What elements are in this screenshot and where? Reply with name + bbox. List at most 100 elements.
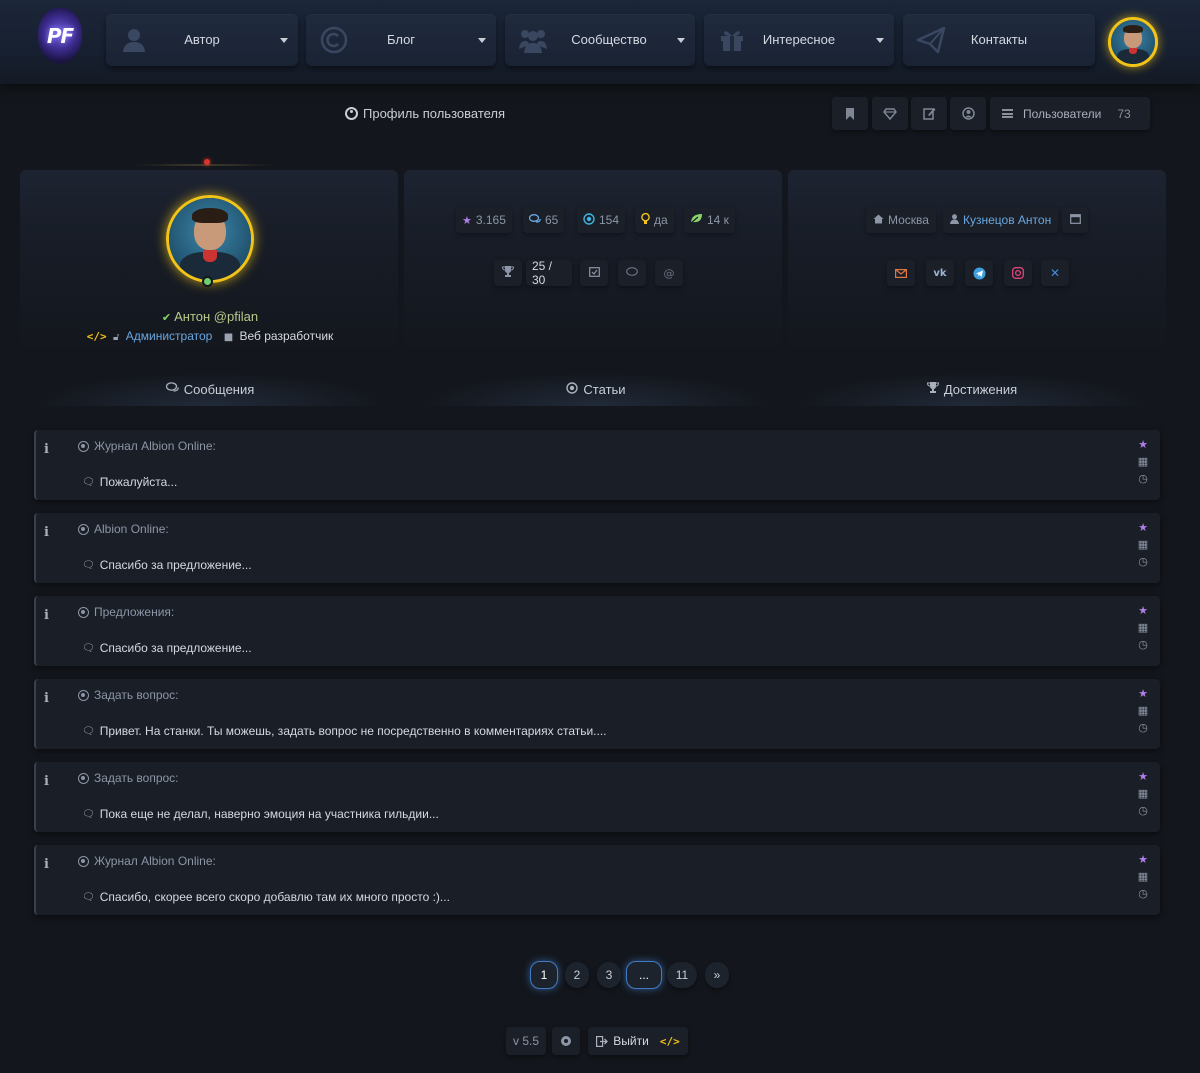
star-icon[interactable]: ★	[1138, 770, 1148, 783]
info-icon[interactable]: i	[44, 774, 49, 789]
star-icon[interactable]: ★	[1138, 521, 1148, 534]
message-text-value: Спасибо за предложение...	[99, 641, 252, 655]
nav-item-community[interactable]: Сообщество	[505, 14, 695, 66]
calendar-icon[interactable]: ▦	[1138, 621, 1148, 634]
message-text[interactable]: 🗨︎ Спасибо за предложение...	[82, 558, 252, 572]
articles-chip: 154	[577, 207, 626, 233]
instagram-link[interactable]	[1004, 260, 1032, 286]
calendar-icon[interactable]: ▦	[1138, 704, 1148, 717]
clock-icon[interactable]: ◷	[1138, 721, 1148, 734]
page-11-button[interactable]: 11	[667, 962, 697, 988]
clock-icon[interactable]: ◷	[1138, 472, 1148, 485]
calendar-check-chip[interactable]	[580, 260, 608, 286]
message-text[interactable]: 🗨︎ Спасибо за предложение...	[82, 641, 252, 655]
tab-articles-label: Статьи	[583, 381, 626, 397]
telegram-link[interactable]	[965, 260, 993, 286]
message-topic[interactable]: Журнал Albion Online:	[78, 439, 216, 453]
message-topic[interactable]: Предложения:	[78, 605, 174, 619]
calendar-icon[interactable]: ▦	[1138, 538, 1148, 551]
page-ellipsis-button[interactable]: ...	[626, 961, 662, 989]
clock-icon[interactable]: ◷	[1138, 555, 1148, 568]
at-chip[interactable]: @	[655, 260, 683, 286]
comments-icon	[165, 382, 179, 396]
star-icon[interactable]: ★	[1138, 438, 1148, 451]
calendar-icon[interactable]: ▦	[1138, 455, 1148, 468]
list-item[interactable]: i Предложения: 🗨︎ Спасибо за предложение.…	[34, 596, 1160, 666]
version-label: v 5.5	[506, 1027, 546, 1055]
info-icon[interactable]: i	[44, 691, 49, 706]
list-item[interactable]: i Задать вопрос: 🗨︎ Пока еще не делал, на…	[34, 762, 1160, 832]
nav-item-author[interactable]: Автор	[106, 14, 298, 66]
info-icon[interactable]: i	[44, 857, 49, 872]
calendar-icon[interactable]: ▦	[1138, 870, 1148, 883]
tab-achievements[interactable]: Достижения	[792, 372, 1152, 406]
star-icon[interactable]: ★	[1138, 853, 1148, 866]
star-icon[interactable]: ★	[1138, 687, 1148, 700]
comments-icon	[528, 213, 541, 227]
comments-value: 65	[545, 213, 559, 227]
list-item[interactable]: i Журнал Albion Online: 🗨︎ Пожалуйста... …	[34, 430, 1160, 500]
dot-circle-icon	[78, 855, 89, 867]
city-chip: Москва	[866, 207, 936, 233]
logout-label: Выйти	[613, 1034, 649, 1048]
top-navigation: PF Автор Блог Сообщество Интересное Конт	[0, 0, 1200, 84]
avatar[interactable]	[166, 195, 254, 283]
message-text[interactable]: 🗨︎ Пожалуйста...	[82, 475, 177, 489]
message-text-value: Спасибо, скорее всего скоро добавлю там …	[99, 890, 450, 904]
comments-icon: 🗨︎	[82, 642, 95, 654]
user-avatar-top[interactable]	[1108, 17, 1158, 67]
users-link[interactable]: Пользователи 73	[990, 97, 1150, 130]
tab-messages[interactable]: Сообщения	[30, 372, 390, 406]
comments-icon: 🗨︎	[82, 559, 95, 571]
clock-icon[interactable]: ◷	[1138, 887, 1148, 900]
nav-item-contacts[interactable]: Контакты	[903, 14, 1095, 66]
message-actions: ★ ▦ ◷	[1136, 853, 1150, 900]
clock-icon[interactable]: ◷	[1138, 638, 1148, 651]
site-logo[interactable]: PF	[30, 2, 90, 70]
info-icon[interactable]: i	[44, 608, 49, 623]
page-title-text: Профиль пользователя	[363, 106, 506, 121]
vk-link[interactable]: vk	[926, 260, 954, 286]
comments-icon: 🗨︎	[82, 891, 95, 903]
logout-button[interactable]: Выйти </>	[588, 1027, 688, 1055]
message-topic[interactable]: Задать вопрос:	[78, 688, 179, 702]
role-label[interactable]: Администратор	[126, 329, 213, 343]
tab-articles[interactable]: Статьи	[416, 372, 776, 406]
message-text[interactable]: 🗨︎ Привет. На станки. Ты можешь, задать в…	[82, 724, 607, 738]
chevron-down-icon	[280, 38, 288, 43]
message-topic[interactable]: Журнал Albion Online:	[78, 854, 216, 868]
next-page-button[interactable]: »	[705, 962, 729, 988]
message-topic[interactable]: Albion Online:	[78, 522, 169, 536]
profile-button[interactable]	[950, 97, 986, 130]
calendar-icon[interactable]: ▦	[1138, 787, 1148, 800]
clock-icon[interactable]: ◷	[1138, 804, 1148, 817]
page-1-button[interactable]: 1	[530, 961, 558, 989]
edit-button[interactable]	[911, 97, 947, 130]
city-value: Москва	[888, 213, 929, 227]
chevron-down-icon	[876, 38, 884, 43]
email-link[interactable]	[887, 260, 915, 286]
chat-chip[interactable]	[618, 260, 646, 286]
nav-item-interesting[interactable]: Интересное	[704, 14, 894, 66]
message-text[interactable]: 🗨︎ Пока еще не делал, наверно эмоция на у…	[82, 807, 439, 821]
list-item[interactable]: i Задать вопрос: 🗨︎ Привет. На станки. Ты…	[34, 679, 1160, 749]
info-icon[interactable]: i	[44, 442, 49, 457]
leaf-value: 14 к	[707, 213, 729, 227]
list-item[interactable]: i Журнал Albion Online: 🗨︎ Спасибо, скоре…	[34, 845, 1160, 915]
page-2-button[interactable]: 2	[565, 962, 589, 988]
dot-circle-icon	[78, 689, 89, 701]
message-text[interactable]: 🗨︎ Спасибо, скорее всего скоро добавлю та…	[82, 890, 450, 904]
message-topic[interactable]: Задать вопрос:	[78, 771, 179, 785]
list-item[interactable]: i Albion Online: 🗨︎ Спасибо за предложени…	[34, 513, 1160, 583]
nav-item-blog[interactable]: Блог	[306, 14, 496, 66]
bookmark-button[interactable]	[832, 97, 868, 130]
settings-button[interactable]	[552, 1027, 580, 1055]
dot-circle-icon	[78, 523, 89, 535]
leaf-icon	[690, 213, 703, 227]
star-icon[interactable]: ★	[1138, 604, 1148, 617]
diamond-button[interactable]	[872, 97, 908, 130]
dot-circle-icon	[78, 440, 89, 452]
x-link[interactable]: ✕	[1041, 260, 1069, 286]
page-3-button[interactable]: 3	[597, 962, 621, 988]
info-icon[interactable]: i	[44, 525, 49, 540]
